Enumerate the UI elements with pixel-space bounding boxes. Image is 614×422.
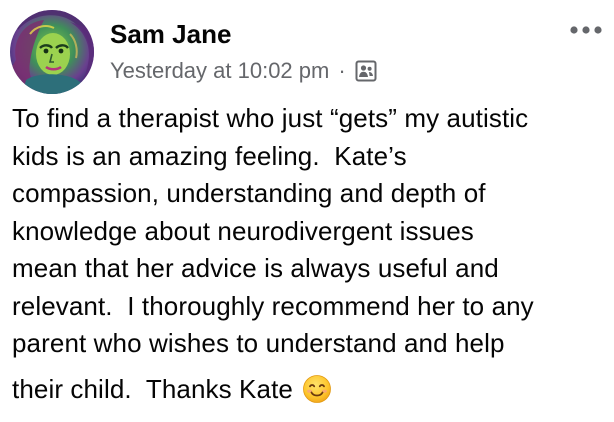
friends-audience-icon[interactable] [354,59,378,83]
post-body-line: To find a therapist who just “gets” my a… [12,103,529,133]
post-body-last-line: their child. Thanks Kate [12,371,608,409]
post-body-line: mean that her advice is always useful an… [12,253,499,283]
post-body-line: parent who wishes to understand and help [12,328,505,358]
post-body-line: their child. Thanks Kate [12,373,301,404]
post-body-line: relevant. I thoroughly recommend her to … [12,290,534,321]
author-avatar[interactable] [10,10,94,94]
meta-separator: · [338,58,346,83]
post-timestamp[interactable]: Yesterday at 10:02 pm [110,58,329,84]
post-card: Sam Jane Yesterday at 10:02 pm · To find… [0,0,614,422]
post-body-line: compassion, understanding and depth of [12,178,486,208]
post-body: To find a therapist who just “gets” my a… [12,100,608,408]
smiling-face-emoji-icon [302,374,332,404]
avatar-image [10,10,94,94]
post-meta: Yesterday at 10:02 pm · [110,58,378,84]
post-body-line: knowledge about neurodivergent issues [12,215,474,246]
post-body-line: kids is an amazing feeling. Kate’s [12,140,407,171]
more-options-icon[interactable] [566,20,606,40]
author-name[interactable]: Sam Jane [110,19,231,50]
